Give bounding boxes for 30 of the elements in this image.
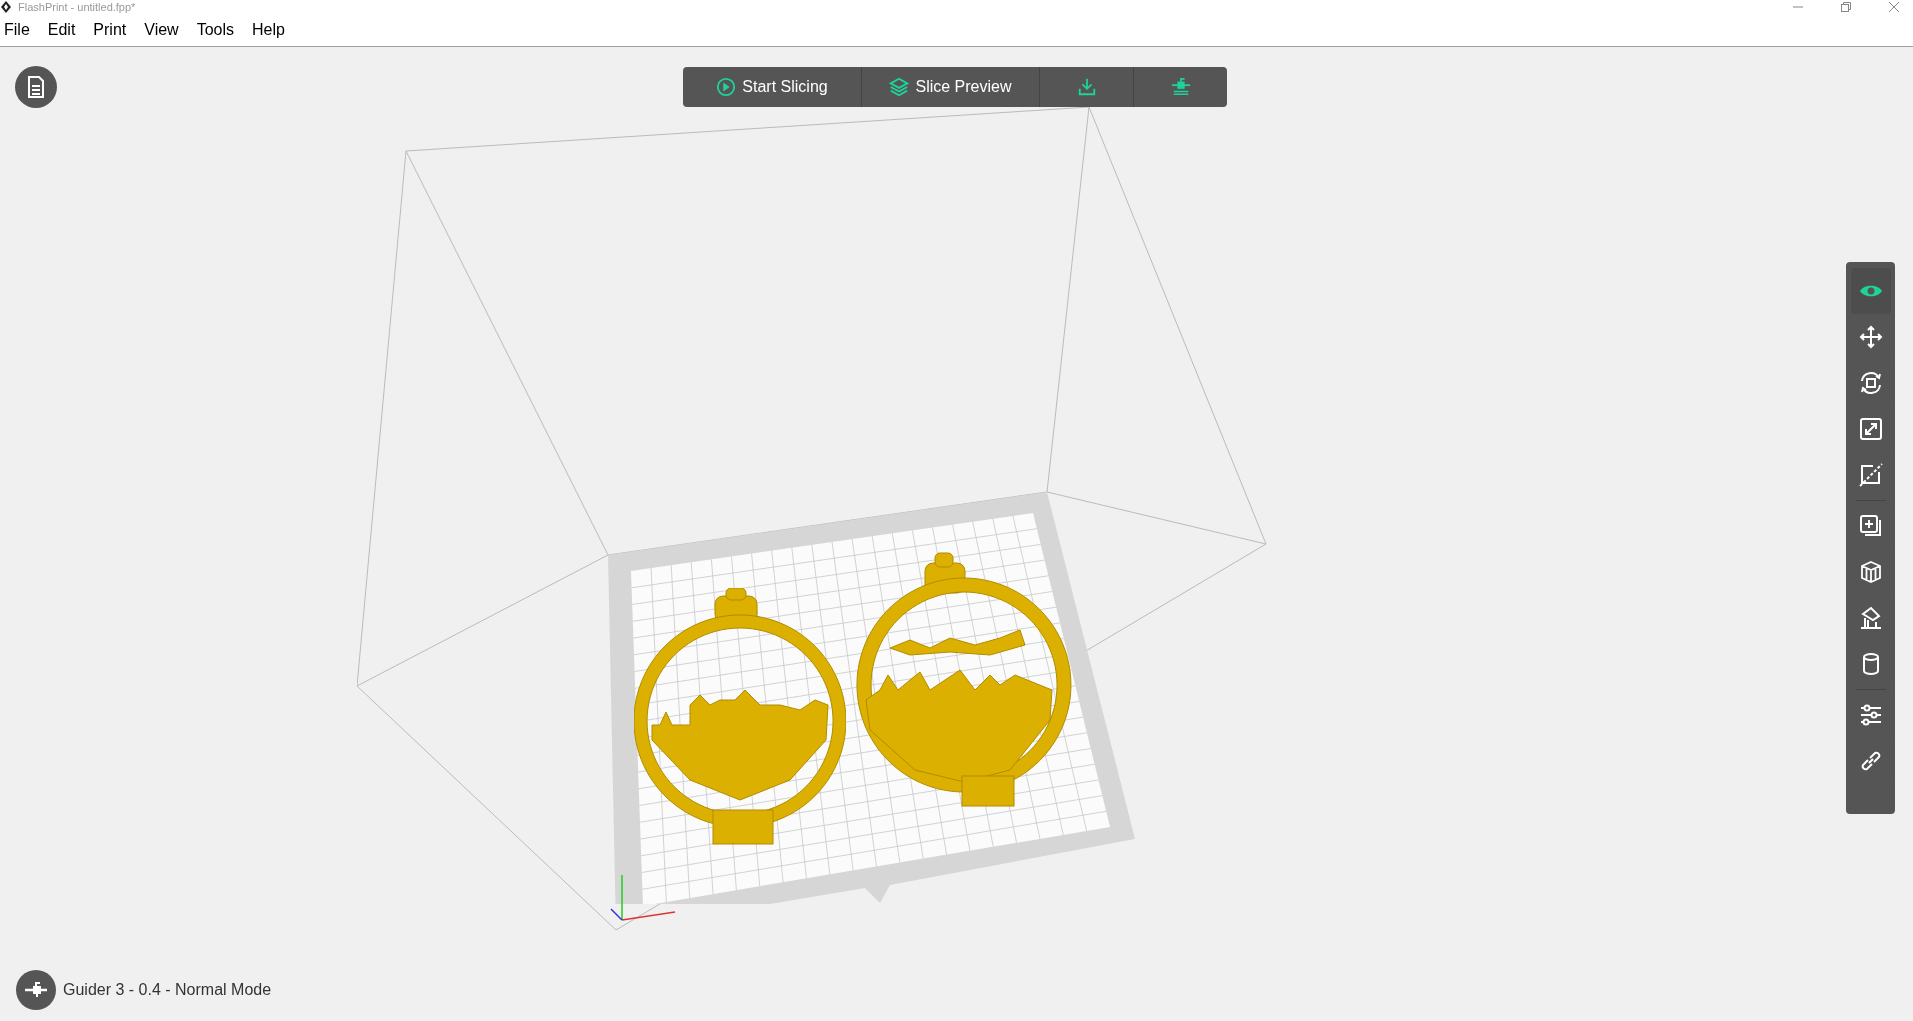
rotate-icon <box>1858 371 1883 395</box>
play-icon <box>716 77 737 97</box>
printer-button[interactable] <box>16 970 56 1010</box>
close-icon[interactable] <box>1889 2 1899 12</box>
window-title: FlashPrint - untitled.fpp* <box>18 1 136 13</box>
restore-icon[interactable] <box>1841 2 1851 12</box>
cut-plane-icon <box>1858 463 1883 487</box>
start-slicing-button[interactable]: Start Slicing <box>683 67 861 107</box>
menu-item[interactable]: Print <box>91 18 129 42</box>
slice-preview-button[interactable]: Slice Preview <box>861 67 1039 107</box>
menu-item[interactable]: Tools <box>194 18 236 42</box>
nozzle-icon <box>25 982 47 998</box>
menu-item[interactable]: Help <box>250 18 287 42</box>
download-icon <box>1076 77 1097 97</box>
move-arrows-icon <box>1858 325 1883 349</box>
view-tool-button[interactable] <box>1850 268 1891 314</box>
files-button[interactable] <box>15 66 57 108</box>
menu-item[interactable]: File <box>2 18 32 42</box>
blocks-icon <box>1858 560 1883 584</box>
menu-item[interactable]: View <box>142 18 181 42</box>
nozzle-icon <box>1170 77 1191 97</box>
machine-status: Guider 3 - 0.4 - Normal Mode <box>63 980 272 1000</box>
resize-icon <box>1858 417 1883 441</box>
supports-icon <box>1858 606 1883 630</box>
sliders-icon <box>1858 703 1883 727</box>
axis-drawing <box>610 873 676 923</box>
menu-item[interactable]: Edit <box>45 18 78 42</box>
layers-icon <box>889 77 910 97</box>
document-icon <box>27 76 45 98</box>
add-copy-icon <box>1858 514 1883 538</box>
